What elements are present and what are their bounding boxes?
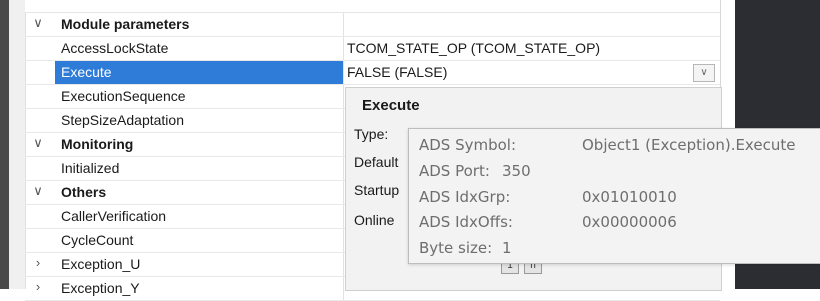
property-name: CycleCount	[61, 232, 134, 248]
startup-label: Startup	[354, 182, 400, 198]
clipped-row-above	[25, 0, 720, 13]
property-row[interactable]: Execute FALSE (FALSE) ∨	[25, 61, 720, 85]
property-name: Monitoring	[61, 136, 134, 152]
column-divider[interactable]	[343, 205, 344, 228]
ads-port-label: ADS Port:	[419, 162, 490, 180]
property-name: Others	[61, 184, 107, 200]
ads-symbol-value: Object1 (Exception).Execute	[582, 136, 796, 154]
property-value[interactable]: FALSE (FALSE)	[347, 64, 447, 80]
category-row[interactable]: ∨ Module parameters	[25, 13, 720, 37]
ads-port-value: 350	[502, 162, 531, 180]
chevron-right-icon[interactable]: ›	[31, 279, 45, 294]
property-name: Module parameters	[61, 16, 190, 32]
description-title: Execute	[362, 97, 420, 114]
column-divider[interactable]	[343, 229, 344, 252]
ads-idxoffs-label: ADS IdxOffs:	[419, 213, 513, 231]
column-divider[interactable]	[343, 37, 344, 60]
column-divider[interactable]	[343, 181, 344, 204]
property-row[interactable]: AccessLockState TCOM_STATE_OP (TCOM_STATE…	[25, 37, 720, 61]
byte-size-label: Byte size:	[419, 239, 493, 257]
property-name: Initialized	[61, 160, 120, 176]
column-divider[interactable]	[343, 61, 344, 84]
ads-symbol-label: ADS Symbol:	[419, 136, 517, 154]
column-divider[interactable]	[343, 133, 344, 156]
property-name: Execute	[61, 64, 112, 80]
ads-idxgrp-label: ADS IdxGrp:	[419, 188, 511, 206]
type-label: Type:	[354, 126, 389, 142]
property-name: CallerVerification	[61, 208, 167, 224]
property-name: Exception_U	[61, 256, 141, 272]
column-divider[interactable]	[343, 253, 344, 276]
chevron-down-icon[interactable]: ∨	[31, 15, 45, 31]
chevron-down-icon[interactable]: ∨	[693, 64, 715, 82]
chevron-right-icon[interactable]: ›	[31, 255, 45, 270]
chevron-down-icon[interactable]: ∨	[31, 183, 45, 199]
column-divider[interactable]	[343, 157, 344, 180]
property-name: AccessLockState	[61, 40, 169, 56]
byte-size-value: 1	[502, 239, 512, 257]
chevron-down-icon[interactable]: ∨	[31, 135, 45, 151]
column-divider[interactable]	[343, 13, 344, 36]
property-name: Exception_Y	[61, 280, 140, 296]
ads-tooltip: ADS Symbol: Object1 (Exception).Execute …	[408, 128, 820, 264]
property-value[interactable]: TCOM_STATE_OP (TCOM_STATE_OP)	[347, 40, 600, 56]
left-gutter	[0, 0, 9, 289]
property-name: StepSizeAdaptation	[61, 112, 184, 128]
column-divider[interactable]	[343, 109, 344, 132]
ads-idxgrp-value: 0x01010010	[582, 188, 677, 206]
online-label: Online	[354, 212, 395, 228]
left-margin	[9, 0, 26, 289]
column-divider[interactable]	[343, 85, 344, 108]
ads-idxoffs-value: 0x00000006	[582, 213, 677, 231]
default-label: Default	[354, 154, 399, 170]
property-name: ExecutionSequence	[61, 88, 186, 104]
